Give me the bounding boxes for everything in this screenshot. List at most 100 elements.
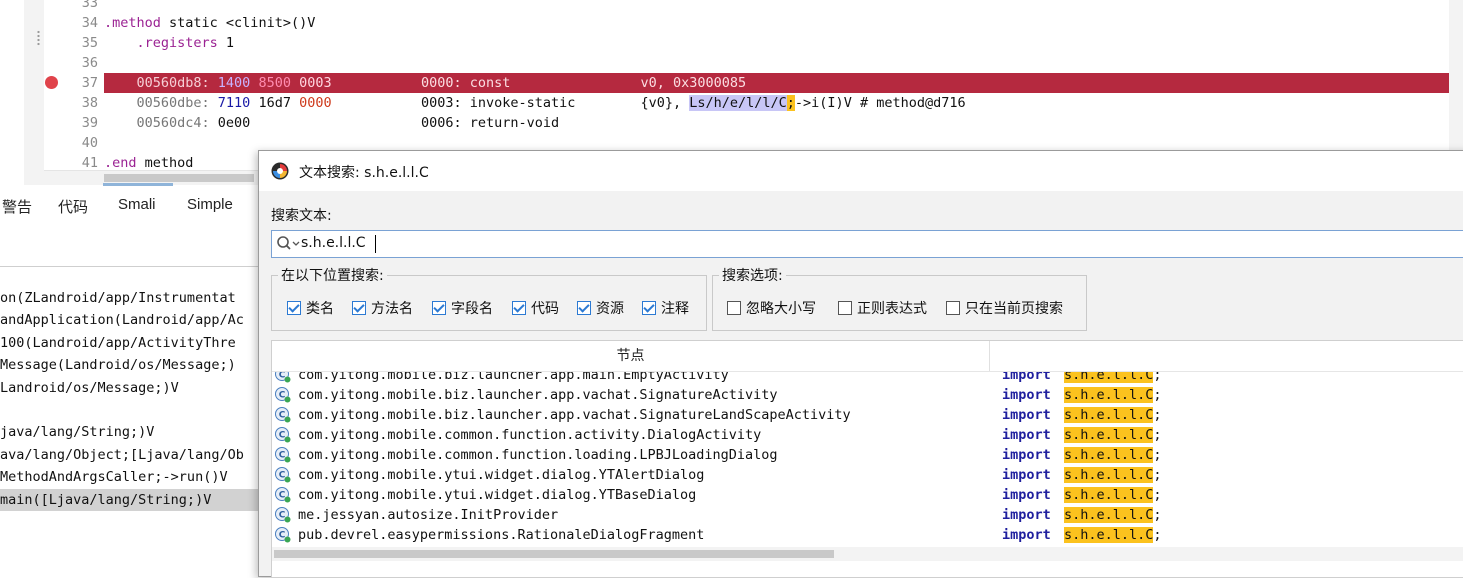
stack-frame[interactable]: 100(Landroid/app/ActivityThre <box>0 332 260 354</box>
panel-splitter[interactable] <box>24 0 44 185</box>
checkbox-label: 注释 <box>661 301 689 317</box>
code-token: Ls/h/e/l/l/C <box>689 95 787 111</box>
code-line[interactable] <box>104 0 1449 13</box>
result-row[interactable]: Ccom.yitong.mobile.common.function.loadi… <box>272 445 1463 465</box>
tab-code[interactable]: 代码 <box>58 196 88 217</box>
code-token: 00560dbe: <box>104 95 218 111</box>
code-token: 0e00 <box>217 115 251 131</box>
result-row[interactable]: Ccom.yitong.mobile.ytui.widget.dialog.YT… <box>272 485 1463 505</box>
code-line[interactable] <box>104 53 1449 73</box>
scrollbar-thumb[interactable] <box>104 174 254 182</box>
code-token: 16d7 <box>250 95 300 111</box>
column-header-node[interactable]: 节点 <box>272 341 990 371</box>
dialog-title: 文本搜索: s.h.e.l.l.C <box>299 165 429 181</box>
checkbox-box[interactable] <box>727 301 741 315</box>
class-icon: C <box>275 467 291 483</box>
result-node: com.yitong.mobile.ytui.widget.dialog.YTB… <box>298 487 697 503</box>
search-text-label: 搜索文本: <box>271 208 332 224</box>
search-option-checkbox-1[interactable]: 正则表达式 <box>838 299 927 317</box>
result-node: me.jessyan.autosize.InitProvider <box>298 507 559 523</box>
checkbox-label: 只在当前页搜索 <box>965 301 1063 317</box>
tab-warnings[interactable]: 警告 <box>2 196 32 217</box>
results-horizontal-scrollbar[interactable] <box>272 547 1463 561</box>
result-code: s.h.e.l.l.C; <box>1064 405 1162 425</box>
checkbox-box[interactable] <box>432 301 446 315</box>
stack-frame[interactable]: Landroid/os/Message;)V <box>0 377 260 399</box>
match-highlight: s.h.e.l.l.C <box>1064 467 1154 483</box>
class-icon: C <box>275 507 291 523</box>
stack-frame[interactable]: main([Ljava/lang/String;)V <box>0 488 260 511</box>
match-highlight: s.h.e.l.l.C <box>1064 507 1154 523</box>
results-rows[interactable]: Ccom.yitong.mobile.biz.launcher.app.main… <box>272 372 1463 547</box>
code-token: 00560dc4: <box>104 115 218 131</box>
checkbox-label: 代码 <box>531 301 559 317</box>
search-box[interactable] <box>271 230 1463 258</box>
code-line[interactable]: 00560dbe: 7110 16d7 0000 0003: invoke-st… <box>104 93 1449 113</box>
scrollbar-thumb[interactable] <box>274 550 834 558</box>
search-icon[interactable] <box>276 235 302 253</box>
class-icon: C <box>275 447 291 463</box>
result-code: s.h.e.l.l.C; <box>1064 385 1162 405</box>
class-icon: C <box>275 387 291 403</box>
stack-frame[interactable]: ava/lang/Object;[Ljava/lang/Ob <box>0 444 260 466</box>
search-option-checkbox-0[interactable]: 忽略大小写 <box>727 299 816 317</box>
checkbox-label: 正则表达式 <box>857 301 927 317</box>
search-option-checkbox-2[interactable]: 只在当前页搜索 <box>946 299 1063 317</box>
result-row[interactable]: Cpub.devrel.easypermissions.RationaleDia… <box>272 525 1463 545</box>
search-location-title: 在以下位置搜索: <box>278 265 387 285</box>
checkbox-box[interactable] <box>352 301 366 315</box>
result-node: com.yitong.mobile.biz.launcher.app.vacha… <box>298 407 851 423</box>
result-code: s.h.e.l.l.C; <box>1064 445 1162 465</box>
code-line[interactable]: 00560dc4: 0e00 0006: return-void <box>104 113 1449 133</box>
result-code: s.h.e.l.l.C; <box>1064 425 1162 445</box>
code-token: .registers <box>104 35 218 51</box>
stack-frame[interactable]: andApplication(Landroid/app/Ac <box>0 309 260 331</box>
breakpoint-code-line[interactable]: 00560db8: 1400 8500 0003 0000: const v0,… <box>104 73 1449 93</box>
code-token: 7110 <box>217 95 251 111</box>
stack-frame[interactable] <box>0 399 260 421</box>
result-row[interactable]: Cme.jessyan.autosize.InitProvider import s… <box>272 505 1463 525</box>
search-location-group: 在以下位置搜索: 类名 方法名 字段名 代码 资源 注释 <box>271 265 707 331</box>
match-highlight: s.h.e.l.l.C <box>1064 372 1154 383</box>
tab-smali[interactable]: Smali <box>118 196 156 213</box>
stack-frame[interactable]: on(ZLandroid/app/Instrumentat <box>0 287 260 309</box>
search-in-checkbox-5[interactable]: 注释 <box>642 299 689 317</box>
stack-frame[interactable]: MethodAndArgsCaller;->run()V <box>0 466 260 488</box>
checkbox-label: 类名 <box>306 301 334 317</box>
tab-simple[interactable]: Simple <box>187 196 233 213</box>
checkbox-box[interactable] <box>287 301 301 315</box>
checkbox-box[interactable] <box>512 301 526 315</box>
search-input[interactable] <box>301 233 1201 253</box>
stack-frame[interactable]: Message(Landroid/os/Message;) <box>0 354 260 376</box>
checkbox-box[interactable] <box>838 301 852 315</box>
result-row[interactable]: Ccom.yitong.mobile.ytui.widget.dialog.YT… <box>272 465 1463 485</box>
checkbox-box[interactable] <box>577 301 591 315</box>
code-tail: ; <box>1153 447 1162 463</box>
match-highlight: s.h.e.l.l.C <box>1064 527 1154 543</box>
checkbox-box[interactable] <box>642 301 656 315</box>
code-token: 0000 <box>299 95 332 111</box>
search-results-table[interactable]: 节点 Ccom.yitong.mobile.biz.launcher.app.m… <box>271 340 1463 578</box>
code-line[interactable]: .method static <clinit>()V <box>104 13 1449 33</box>
result-row[interactable]: Ccom.yitong.mobile.biz.launcher.app.main… <box>272 372 1463 385</box>
result-row[interactable]: Ccom.yitong.mobile.biz.launcher.app.vach… <box>272 405 1463 425</box>
search-in-checkbox-4[interactable]: 资源 <box>577 299 624 317</box>
code-token: 1 <box>217 35 235 51</box>
splitter-grip-icon[interactable] <box>37 30 40 46</box>
result-node: com.yitong.mobile.common.function.loadin… <box>298 447 778 463</box>
code-line[interactable]: .registers 1 <box>104 33 1449 53</box>
search-in-checkbox-3[interactable]: 代码 <box>512 299 559 317</box>
match-highlight: s.h.e.l.l.C <box>1064 387 1154 403</box>
line-number: 37 <box>81 75 98 91</box>
stack-frame[interactable]: java/lang/String;)V <box>0 421 260 443</box>
result-row[interactable]: Ccom.yitong.mobile.common.function.activ… <box>272 425 1463 445</box>
result-row[interactable]: Ccom.yitong.mobile.biz.launcher.app.vach… <box>272 385 1463 405</box>
breakpoint-dot-icon[interactable] <box>45 76 58 89</box>
dialog-titlebar[interactable]: 文本搜索: s.h.e.l.l.C <box>259 151 1463 191</box>
checkbox-box[interactable] <box>946 301 960 315</box>
search-in-checkbox-1[interactable]: 方法名 <box>352 299 413 317</box>
search-in-checkbox-2[interactable]: 字段名 <box>432 299 493 317</box>
search-in-checkbox-0[interactable]: 类名 <box>287 299 334 317</box>
match-highlight: s.h.e.l.l.C <box>1064 407 1154 423</box>
